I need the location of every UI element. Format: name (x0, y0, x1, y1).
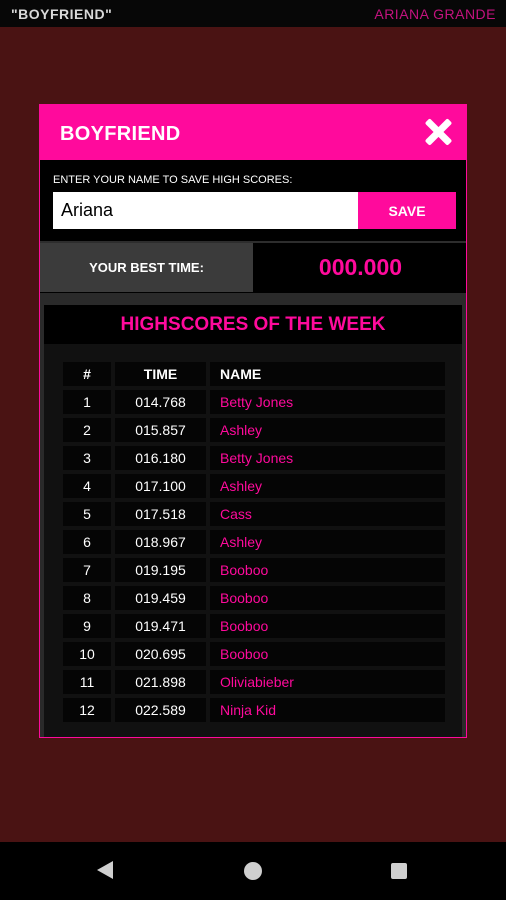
time-cell: 014.768 (115, 390, 206, 414)
time-cell: 017.518 (115, 502, 206, 526)
table-row: 6 018.967 Ashley (63, 530, 445, 554)
song-title: "BOYFRIEND" (11, 6, 113, 22)
rank-cell: 11 (63, 670, 111, 694)
time-cell: 018.967 (115, 530, 206, 554)
time-cell: 016.180 (115, 446, 206, 470)
rank-cell: 2 (63, 418, 111, 442)
time-cell: 019.459 (115, 586, 206, 610)
time-cell: 021.898 (115, 670, 206, 694)
save-button[interactable]: SAVE (358, 192, 456, 229)
artist-name: ARIANA GRANDE (374, 6, 496, 22)
best-time-label: YOUR BEST TIME: (40, 243, 253, 292)
back-triangle-icon[interactable] (97, 861, 113, 879)
table-header-row: # TIME NAME (63, 362, 445, 386)
name-cell: Booboo (210, 558, 445, 582)
name-cell: Booboo (210, 614, 445, 638)
table-row: 4 017.100 Ashley (63, 474, 445, 498)
name-cell: Cass (210, 502, 445, 526)
table-row: 1 014.768 Betty Jones (63, 390, 445, 414)
time-cell: 020.695 (115, 642, 206, 666)
close-icon[interactable] (424, 118, 452, 146)
column-header-name: NAME (210, 362, 445, 386)
time-cell: 015.857 (115, 418, 206, 442)
name-entry-section: ENTER YOUR NAME TO SAVE HIGH SCORES: SAV… (40, 160, 466, 241)
name-cell: Betty Jones (210, 446, 445, 470)
best-time-row: YOUR BEST TIME: 000.000 (40, 241, 466, 294)
rank-cell: 12 (63, 698, 111, 722)
name-cell: Booboo (210, 642, 445, 666)
column-header-rank: # (63, 362, 111, 386)
column-header-time: TIME (115, 362, 206, 386)
highscores-panel[interactable]: # TIME NAME 1 014.768 Betty Jones 2 015.857… (44, 344, 462, 737)
table-row: 2 015.857 Ashley (63, 418, 445, 442)
table-row: 12 022.589 Ninja Kid (63, 698, 445, 722)
dialog-title: BOYFRIEND (60, 123, 181, 145)
rank-cell: 4 (63, 474, 111, 498)
name-cell: Oliviabieber (210, 670, 445, 694)
rank-cell: 1 (63, 390, 111, 414)
name-cell: Booboo (210, 586, 445, 610)
table-row: 8 019.459 Booboo (63, 586, 445, 610)
rank-cell: 10 (63, 642, 111, 666)
time-cell: 017.100 (115, 474, 206, 498)
name-prompt-label: ENTER YOUR NAME TO SAVE HIGH SCORES: (53, 174, 293, 186)
table-row: 9 019.471 Booboo (63, 614, 445, 638)
rank-cell: 9 (63, 614, 111, 638)
name-cell: Ashley (210, 530, 445, 554)
name-cell: Ninja Kid (210, 698, 445, 722)
table-row: 5 017.518 Cass (63, 502, 445, 526)
highscores-title: HIGHSCORES OF THE WEEK (44, 305, 462, 344)
rank-cell: 8 (63, 586, 111, 610)
best-time-value: 000.000 (318, 254, 403, 280)
status-top-bar: "BOYFRIEND" ARIANA GRANDE (0, 0, 506, 27)
time-cell: 019.195 (115, 558, 206, 582)
rank-cell: 5 (63, 502, 111, 526)
highscores-section: HIGHSCORES OF THE WEEK # TIME NAME 1 014.… (40, 293, 466, 737)
rank-cell: 7 (63, 558, 111, 582)
recent-apps-square-icon[interactable] (391, 863, 407, 879)
home-circle-icon[interactable] (244, 862, 262, 880)
highscores-table: # TIME NAME 1 014.768 Betty Jones 2 015.857… (59, 358, 449, 726)
time-cell: 019.471 (115, 614, 206, 638)
name-cell: Ashley (210, 418, 445, 442)
highscores-dialog: BOYFRIEND ENTER YOUR NAME TO SAVE HIGH S… (39, 104, 467, 738)
dialog-header: BOYFRIEND (40, 105, 466, 160)
rank-cell: 6 (63, 530, 111, 554)
table-row: 7 019.195 Booboo (63, 558, 445, 582)
table-row: 10 020.695 Booboo (63, 642, 445, 666)
table-row: 3 016.180 Betty Jones (63, 446, 445, 470)
name-cell: Ashley (210, 474, 445, 498)
rank-cell: 3 (63, 446, 111, 470)
system-nav-bar (0, 842, 506, 900)
name-input[interactable] (53, 192, 358, 229)
time-cell: 022.589 (115, 698, 206, 722)
table-row: 11 021.898 Oliviabieber (63, 670, 445, 694)
name-cell: Betty Jones (210, 390, 445, 414)
